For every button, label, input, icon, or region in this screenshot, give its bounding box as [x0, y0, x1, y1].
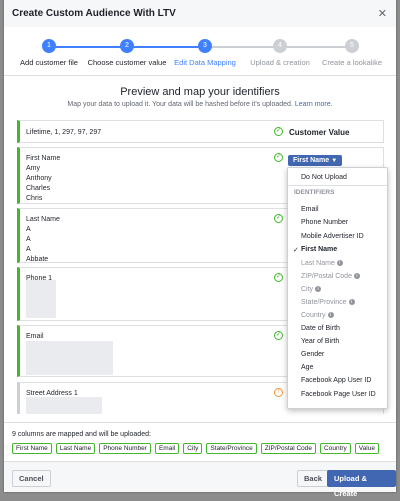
progress-steps: 1 Add customer file 2 Choose customer va…	[4, 27, 396, 76]
dialog-footer: Cancel Back Upload & Create	[4, 461, 396, 498]
step-4-number: 4	[273, 39, 287, 53]
cell-value: A	[26, 236, 31, 243]
menu-item-first-name[interactable]: First Name	[301, 246, 337, 253]
upload-create-button[interactable]: Upload & Create	[327, 470, 396, 498]
mapped-columns-chips: First Name Last Name Phone Number Email …	[12, 443, 383, 454]
menu-item-label: State/Province	[301, 299, 347, 306]
cell-value: Anthony	[26, 175, 52, 182]
check-icon: ✓	[274, 153, 283, 162]
dialog-header: Create Custom Audience With LTV ✕	[4, 0, 396, 28]
last-name-values: Last Name A A A Abbate	[26, 215, 60, 265]
cell-value: Chris	[26, 195, 43, 202]
redacted-value	[26, 397, 102, 414]
mapping-row-lifetime: Lifetime, 1, 297, 97, 297 ✓ Customer Val…	[17, 120, 384, 143]
check-icon: ✓	[274, 273, 283, 282]
close-icon[interactable]: ✕	[378, 7, 387, 20]
section-subtitle-text: Map your data to upload it. Your data wi…	[67, 101, 293, 108]
step-2[interactable]: 2 Choose customer value	[82, 39, 172, 67]
cell-value: A	[26, 226, 31, 233]
menu-item-label: City	[301, 286, 314, 293]
learn-more-link[interactable]: Learn more.	[295, 101, 333, 108]
check-icon: ✓	[274, 214, 283, 223]
mapped-chip: Email	[154, 443, 180, 454]
menu-item-label: Last Name	[301, 260, 335, 267]
menu-item-do-not-upload[interactable]: Do Not Upload	[301, 174, 347, 181]
cell-value: Amy	[26, 165, 40, 172]
back-button[interactable]: Back	[297, 470, 329, 487]
section-title: Preview and map your identifiers	[120, 86, 280, 98]
menu-item-label: Country	[301, 312, 326, 319]
cell-value: Charles	[26, 185, 51, 192]
mapped-chip: Country	[320, 443, 351, 454]
dropdown-selected-value: First Name	[293, 157, 330, 164]
menu-item-last-name: Last Name i	[301, 260, 343, 267]
column-header: Last Name	[26, 216, 60, 223]
menu-header-identifiers: IDENTIFIERS	[294, 189, 335, 196]
cell-value: A	[26, 246, 31, 253]
dialog-title: Create Custom Audience With LTV	[12, 8, 176, 19]
menu-item-city: City i	[301, 286, 322, 293]
menu-divider	[288, 185, 387, 186]
menu-item-zip-postal-code: ZIP/Postal Code i	[301, 273, 360, 280]
step-5-number: 5	[345, 39, 359, 53]
menu-item-label: ZIP/Postal Code	[301, 273, 352, 280]
step-2-number: 2	[120, 39, 134, 53]
lifetime-values: Lifetime, 1, 297, 97, 297	[26, 129, 102, 136]
info-icon: i	[327, 312, 334, 319]
menu-item-country: Country i	[301, 312, 334, 319]
menu-item-mobile-advertiser-id[interactable]: Mobile Advertiser ID	[301, 233, 364, 240]
cancel-button[interactable]: Cancel	[12, 470, 51, 487]
step-5-label: Create a lookalike	[321, 58, 383, 67]
mapped-chip: Value	[354, 443, 379, 454]
menu-item-facebook-app-user-id[interactable]: Facebook App User ID	[301, 377, 371, 384]
info-icon: i	[353, 273, 360, 280]
custom-audience-dialog: Create Custom Audience With LTV ✕ 1 Add …	[4, 0, 396, 498]
redacted-value	[26, 280, 56, 318]
step-5: 5 Create a lookalike	[307, 39, 397, 67]
mapped-columns-text: 9 columns are mapped and will be uploade…	[12, 431, 151, 438]
caret-down-icon: ▼	[331, 158, 338, 164]
first-name-values: First Name Amy Anthony Charles Chris	[26, 154, 60, 204]
warning-icon: !	[274, 388, 283, 397]
menu-item-year-of-birth[interactable]: Year of Birth	[301, 338, 339, 345]
step-1-label: Add customer file	[20, 58, 78, 67]
mapped-chip: Phone Number	[99, 443, 151, 454]
menu-item-email[interactable]: Email	[301, 206, 319, 213]
mapped-chip: State/Province	[206, 443, 257, 454]
menu-item-gender[interactable]: Gender	[301, 351, 324, 358]
menu-item-phone-number[interactable]: Phone Number	[301, 219, 348, 226]
column-header: First Name	[26, 155, 61, 162]
info-icon: i	[348, 299, 355, 306]
menu-item-date-of-birth[interactable]: Date of Birth	[301, 325, 340, 332]
mapped-chip: Last Name	[55, 443, 96, 454]
mapping-customer-value: Customer Value	[289, 128, 350, 137]
info-icon: i	[315, 286, 322, 293]
mapped-chip: ZIP/Postal Code	[260, 443, 317, 454]
menu-item-state-province: State/Province i	[301, 299, 355, 306]
step-1[interactable]: 1 Add customer file	[4, 39, 94, 67]
menu-item-age[interactable]: Age	[301, 364, 313, 371]
checkmark-icon: ✓	[293, 247, 299, 254]
check-icon: ✓	[274, 331, 283, 340]
identifier-dropdown-button[interactable]: First Name ▼	[288, 155, 343, 166]
info-icon: i	[336, 260, 343, 267]
step-2-label: Choose customer value	[87, 58, 167, 67]
mapped-chip: City	[183, 443, 203, 454]
identifier-dropdown-menu: Do Not Upload IDENTIFIERS Email Phone Nu…	[287, 167, 388, 409]
check-icon: ✓	[274, 127, 283, 136]
mapped-columns-summary: 9 columns are mapped and will be uploade…	[4, 422, 396, 461]
menu-item-facebook-page-user-id[interactable]: Facebook Page User ID	[301, 391, 376, 398]
section-subtitle: Map your data to upload it. Your data wi…	[4, 101, 396, 108]
step-1-number: 1	[42, 39, 56, 53]
redacted-value	[26, 341, 113, 375]
cell-value: Abbate	[26, 256, 49, 263]
step-3-number: 3	[198, 39, 212, 53]
mapped-chip: First Name	[12, 443, 52, 454]
